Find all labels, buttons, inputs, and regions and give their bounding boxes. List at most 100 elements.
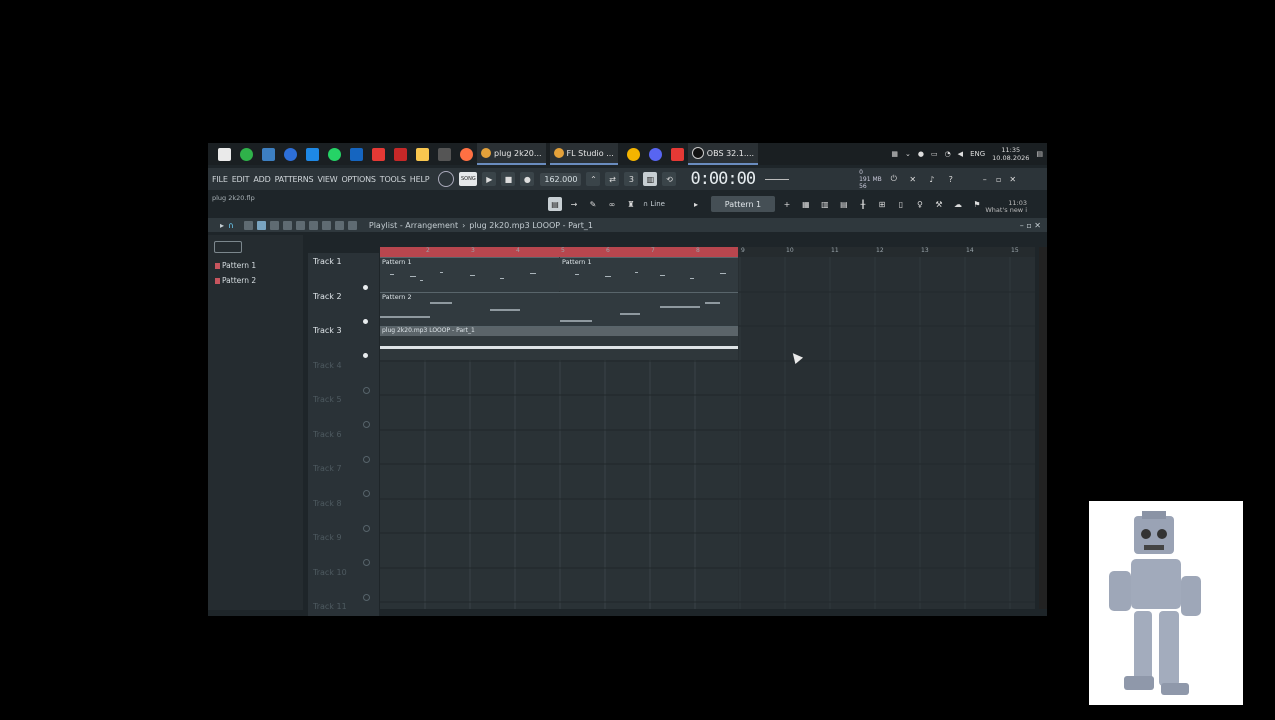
minimize-icon[interactable]: – bbox=[978, 172, 992, 186]
discord-icon[interactable] bbox=[648, 147, 662, 161]
select-tool-icon[interactable] bbox=[321, 220, 331, 230]
taskbar-task-flstudio[interactable]: FL Studio ... bbox=[549, 143, 618, 165]
typing-keyboard-icon[interactable]: ▤ bbox=[548, 197, 562, 211]
tool-icon[interactable]: ⚒ bbox=[932, 197, 946, 211]
pattern-selector[interactable]: Pattern 1 bbox=[710, 196, 775, 212]
steam-icon[interactable] bbox=[262, 147, 275, 161]
menu-add[interactable]: ADD bbox=[253, 175, 270, 184]
file-explorer-icon[interactable] bbox=[416, 147, 429, 161]
picker-item-pattern-1[interactable]: Pattern 1 bbox=[215, 261, 256, 270]
track-label-11[interactable]: Track 11 bbox=[313, 602, 347, 611]
paint-tool-icon[interactable] bbox=[256, 220, 266, 230]
picker-item-pattern-2[interactable]: Pattern 2 bbox=[215, 276, 256, 285]
track-label-6[interactable]: Track 6 bbox=[313, 430, 342, 439]
warning-app-icon[interactable] bbox=[626, 147, 640, 161]
mute-tool-icon[interactable] bbox=[282, 220, 292, 230]
song-position-time[interactable]: 0:00:00 bbox=[690, 169, 756, 189]
zoom-icon[interactable] bbox=[284, 147, 297, 161]
wait-input-icon[interactable]: ⇄ bbox=[605, 172, 620, 186]
chrome-icon[interactable] bbox=[240, 147, 253, 161]
track-label-3[interactable]: Track 3 bbox=[313, 326, 342, 335]
track-label-4[interactable]: Track 4 bbox=[313, 361, 342, 370]
track-label-9[interactable]: Track 9 bbox=[313, 533, 342, 542]
delete-tool-icon[interactable] bbox=[269, 220, 279, 230]
browser-icon[interactable]: ⊞ bbox=[875, 197, 889, 211]
mixer-icon[interactable]: ╫ bbox=[856, 197, 870, 211]
vscode-icon[interactable] bbox=[306, 147, 319, 161]
track-label-10[interactable]: Track 10 bbox=[313, 568, 347, 577]
language-indicator[interactable]: ENG bbox=[970, 150, 985, 158]
window-controls[interactable]: – ▫ ✕ bbox=[1020, 221, 1041, 230]
draw-tool-icon[interactable] bbox=[243, 220, 253, 230]
mic-icon[interactable]: ♪ bbox=[925, 172, 939, 186]
pattern-arrow-icon[interactable]: ▸ bbox=[689, 197, 703, 211]
slice-tool-icon[interactable] bbox=[308, 220, 318, 230]
taskbar-task-plug[interactable]: plug 2k20... bbox=[477, 143, 546, 165]
master-volume-knob[interactable] bbox=[438, 171, 455, 187]
windows-start-icon[interactable] bbox=[218, 147, 231, 161]
chevron-up-icon[interactable]: ⌄ bbox=[905, 150, 911, 158]
volume-icon[interactable]: ◀ bbox=[958, 150, 963, 158]
menu-tools[interactable]: TOOLS bbox=[380, 175, 406, 184]
record-button[interactable]: ● bbox=[520, 172, 535, 186]
add-pattern-icon[interactable]: + bbox=[780, 197, 794, 211]
track-mute-8[interactable] bbox=[363, 525, 370, 532]
arrow-icon[interactable]: → bbox=[567, 197, 581, 211]
track-mute-1[interactable] bbox=[363, 285, 368, 290]
playlist-icon[interactable]: ▦ bbox=[799, 197, 813, 211]
track-label-7[interactable]: Track 7 bbox=[313, 464, 342, 473]
playlist-title-bar[interactable]: ▸ ∩ Playlist - Arrangement › plug 2k20.m… bbox=[208, 218, 1047, 232]
clip-pattern-2[interactable]: Pattern 2 bbox=[380, 292, 738, 327]
taskbar-task-obs[interactable]: OBS 32.1.... bbox=[687, 143, 759, 165]
track-label-5[interactable]: Track 5 bbox=[313, 395, 342, 404]
track-label-1[interactable]: Track 1 bbox=[313, 257, 342, 266]
youtube-icon[interactable] bbox=[372, 147, 385, 161]
zoom-tool-icon[interactable] bbox=[334, 220, 344, 230]
clip-audio-header[interactable]: plug 2k20.mp3 LOOOP - Part_1 bbox=[380, 326, 738, 336]
menu-help[interactable]: HELP bbox=[410, 175, 430, 184]
loop-region[interactable] bbox=[380, 247, 738, 257]
menu-edit[interactable]: EDIT bbox=[232, 175, 250, 184]
whats-new-panel[interactable]: 11:03 What's new i bbox=[985, 200, 1027, 214]
pin-icon[interactable]: ♀ bbox=[913, 197, 927, 211]
playlist-menu-arrow-icon[interactable]: ▸ bbox=[220, 221, 224, 230]
youtube-icon[interactable] bbox=[670, 147, 684, 161]
track-mute-9[interactable] bbox=[363, 559, 370, 566]
whatsapp-icon[interactable] bbox=[328, 147, 341, 161]
wifi-icon[interactable]: ◔ bbox=[945, 150, 951, 158]
restart-icon[interactable]: ⏻ bbox=[887, 172, 901, 186]
keyboard-icon[interactable]: ▦ bbox=[891, 150, 898, 158]
app-icon[interactable] bbox=[394, 147, 407, 161]
song-mode-toggle[interactable]: SONG bbox=[459, 172, 478, 186]
menu-file[interactable]: FILE bbox=[212, 175, 228, 184]
shop-icon[interactable]: ⚑ bbox=[970, 197, 984, 211]
countdown-icon[interactable]: 3 bbox=[624, 172, 639, 186]
metronome-icon[interactable]: ⌃ bbox=[586, 172, 601, 186]
snap-selector[interactable]: ∩ Line bbox=[643, 200, 665, 208]
clip-audio-waveform[interactable] bbox=[380, 336, 738, 360]
display-icon[interactable]: ▭ bbox=[931, 150, 938, 158]
menu-patterns[interactable]: PATTERNS bbox=[275, 175, 314, 184]
notification-icon[interactable]: ▤ bbox=[1036, 150, 1043, 158]
loop-record-icon[interactable]: ⟲ bbox=[662, 172, 677, 186]
track-mute-7[interactable] bbox=[363, 490, 370, 497]
piano-roll-icon[interactable]: ▥ bbox=[818, 197, 832, 211]
powershell-icon[interactable] bbox=[350, 147, 363, 161]
track-mute-3[interactable] bbox=[363, 353, 368, 358]
cloud-icon[interactable]: ☁ bbox=[951, 197, 965, 211]
tempo-display[interactable]: 162.000 bbox=[540, 172, 582, 186]
help-icon[interactable]: ? bbox=[944, 172, 958, 186]
play-button[interactable]: ▶ bbox=[482, 172, 497, 186]
track-label-2[interactable]: Track 2 bbox=[313, 292, 342, 301]
magnet-icon[interactable]: ∩ bbox=[228, 221, 234, 230]
track-mute-5[interactable] bbox=[363, 421, 370, 428]
close-icon[interactable]: ✕ bbox=[1006, 172, 1020, 186]
stop-button[interactable]: ■ bbox=[501, 172, 516, 186]
plugin-icon[interactable]: ✕ bbox=[906, 172, 920, 186]
unity-icon[interactable] bbox=[438, 147, 451, 161]
menu-view[interactable]: VIEW bbox=[317, 175, 337, 184]
channel-rack-icon[interactable]: ▤ bbox=[837, 197, 851, 211]
clip-pattern-1[interactable]: Pattern 1 bbox=[380, 257, 559, 292]
pencil-icon[interactable]: ✎ bbox=[586, 197, 600, 211]
track-label-8[interactable]: Track 8 bbox=[313, 499, 342, 508]
